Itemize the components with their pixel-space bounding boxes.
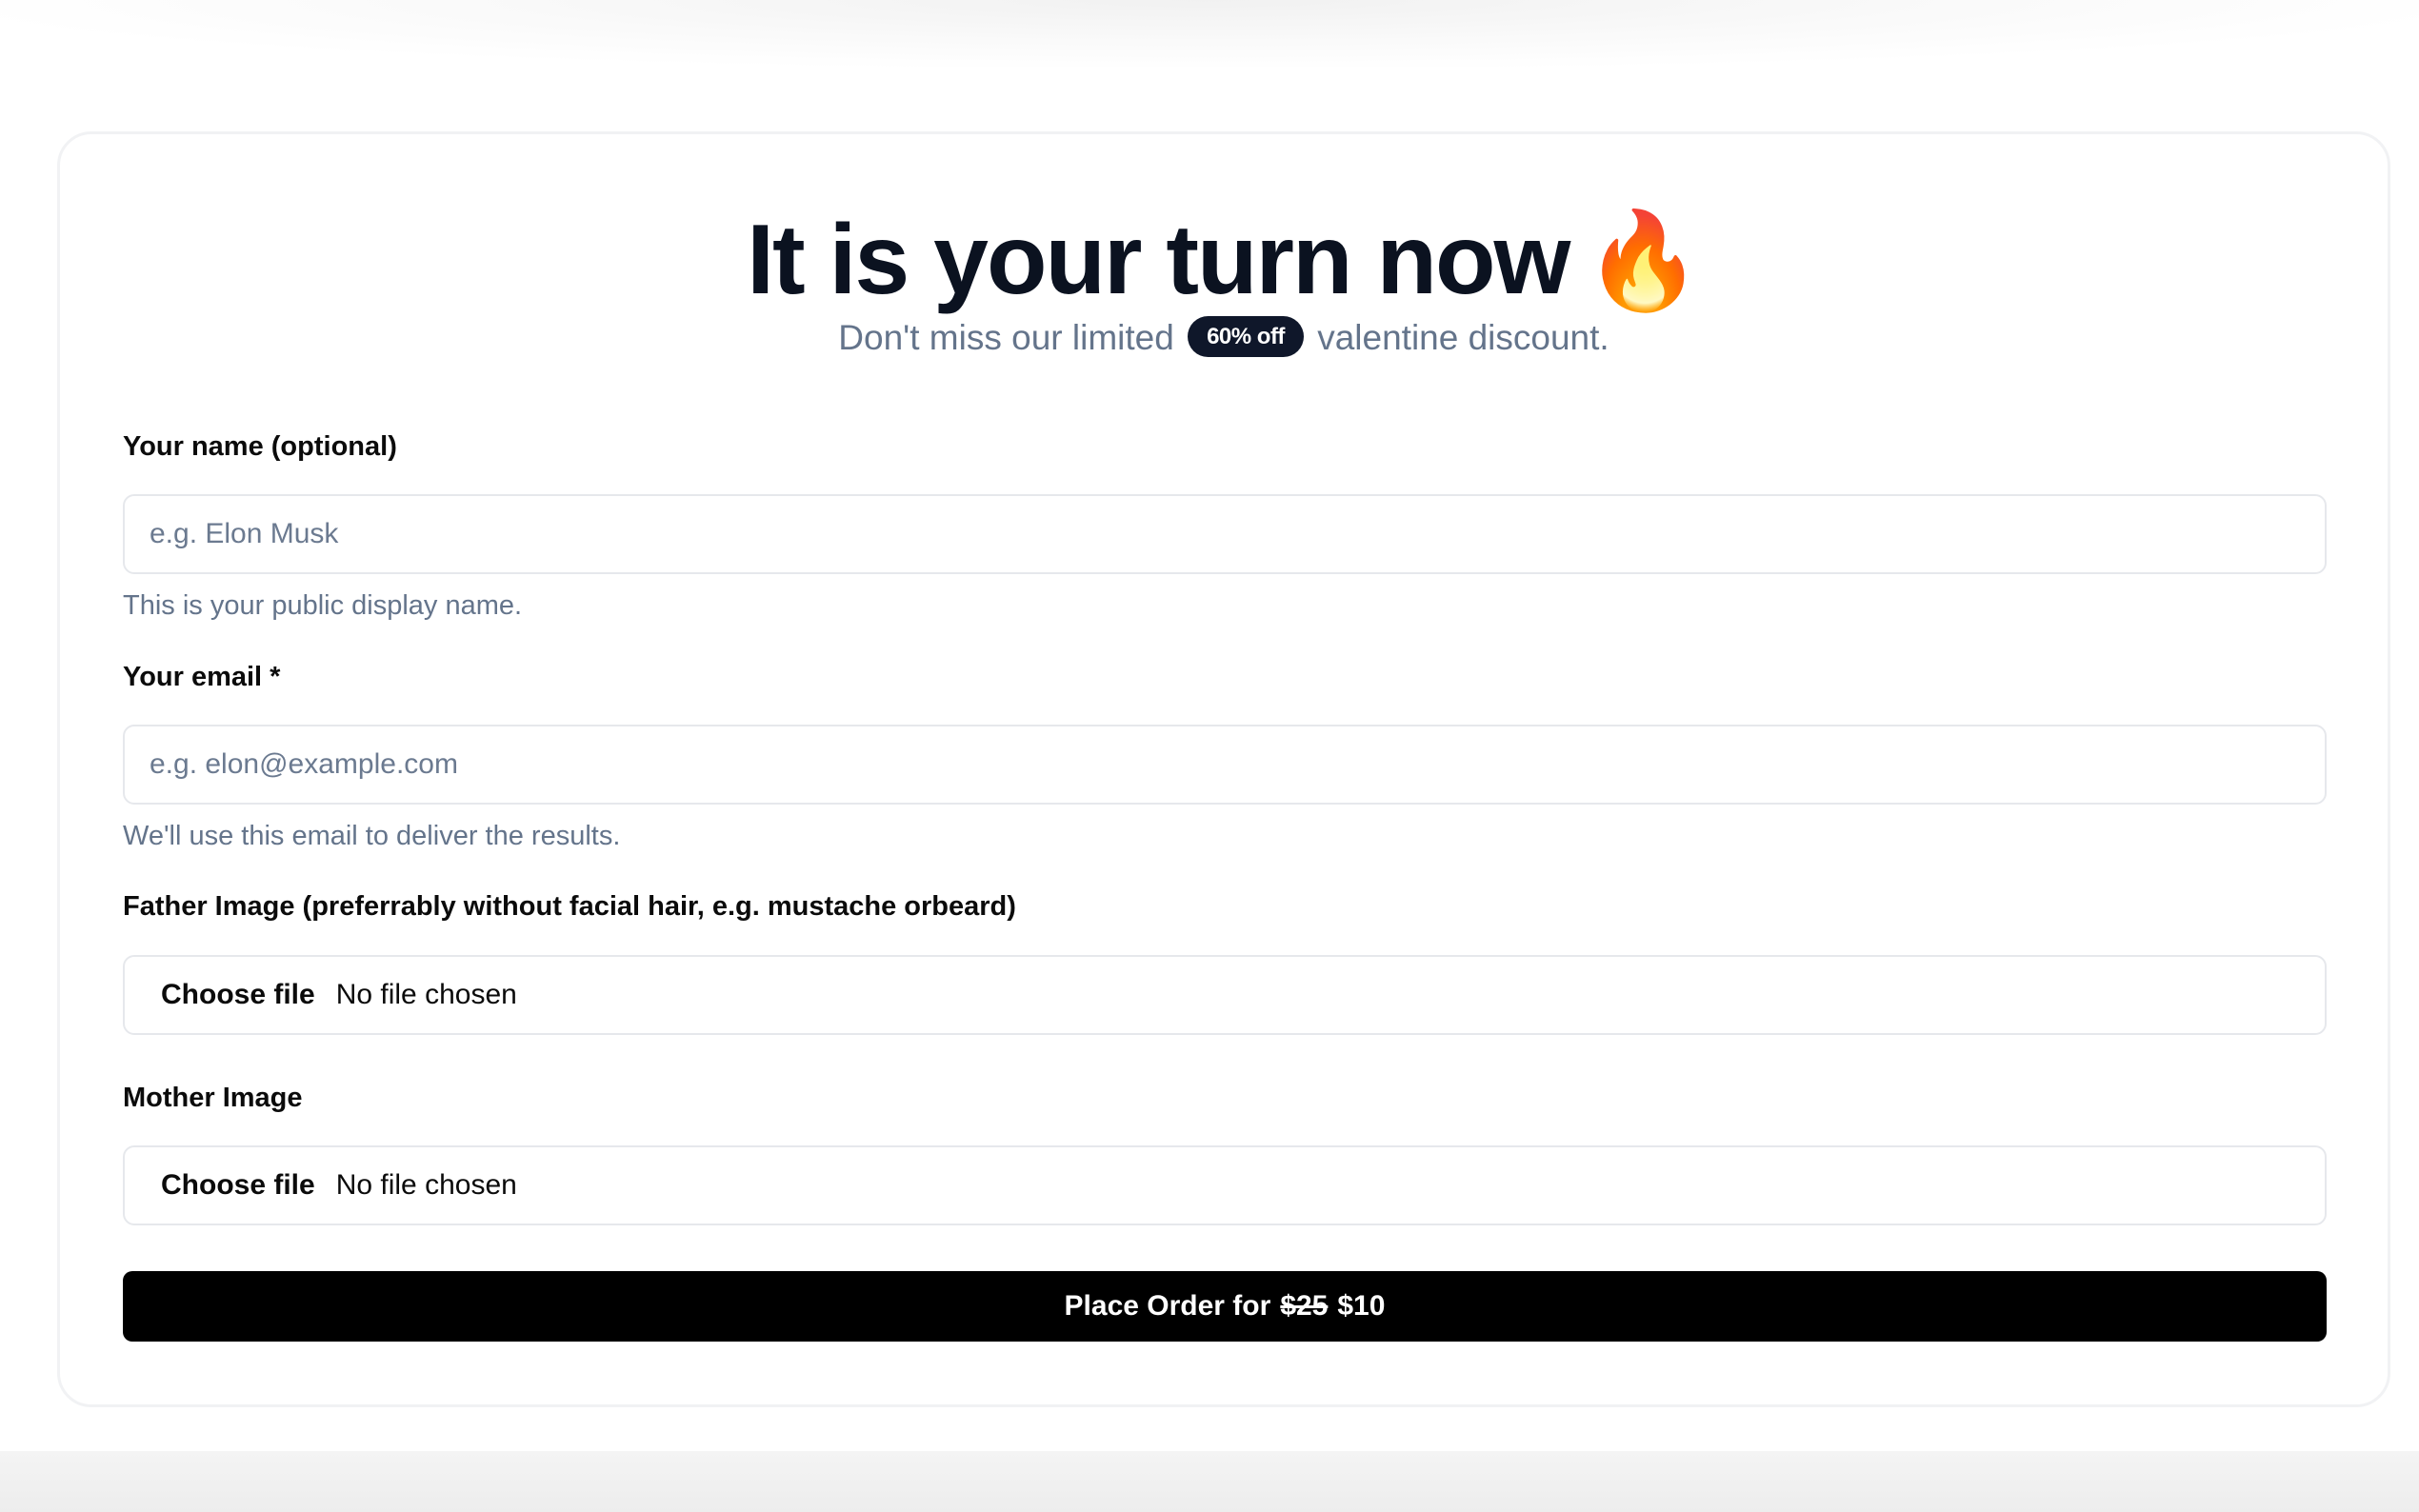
mother-file-status: No file chosen [335,1169,517,1201]
email-input[interactable] [125,726,2325,803]
discount-badge: 60% off [1188,315,1304,357]
mother-image-file-input[interactable]: Choose file No file chosen [123,1145,2327,1225]
email-hint: We'll use this email to deliver the resu… [123,821,621,851]
new-price: $10 [1337,1290,1386,1322]
subtitle-text-after: valentine discount. [1317,318,1609,357]
place-order-label: Place Order for [1064,1290,1271,1322]
title-text: It is your turn now [747,205,1570,315]
father-image-label: Father Image (preferrably without facial… [123,891,1016,922]
father-image-file-input[interactable]: Choose file No file chosen [123,955,2327,1035]
father-choose-file-button[interactable]: Choose file [161,979,315,1011]
name-hint: This is your public display name. [123,590,523,621]
order-form-card: It is your turn now 🔥 Don't miss our limi… [57,131,2390,1407]
old-price: $25 [1280,1290,1329,1322]
place-order-button[interactable]: Place Order for $25 $10 [123,1271,2327,1342]
name-input[interactable] [125,496,2325,572]
name-label: Your name (optional) [123,431,397,462]
page-title: It is your turn now 🔥 [60,201,2388,320]
fire-icon: 🔥 [1584,208,1703,314]
bottom-background-band [0,1451,2419,1512]
mother-image-label: Mother Image [123,1083,303,1113]
father-file-status: No file chosen [335,979,517,1010]
email-label: Your email * [123,662,281,692]
mother-choose-file-button[interactable]: Choose file [161,1169,315,1202]
top-background-fade [0,0,2419,67]
name-field [123,494,2327,574]
subtitle-text-before: Don't miss our limited [838,318,1174,357]
page-subtitle: Don't miss our limited 60% off valentine… [60,315,2388,361]
email-field [123,725,2327,805]
